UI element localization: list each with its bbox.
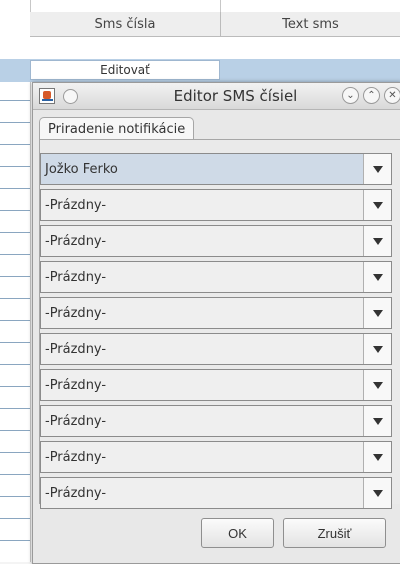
select-value: -Prázdny- bbox=[45, 449, 107, 465]
table-row[interactable] bbox=[0, 37, 400, 60]
select-value: Jožko Ferko bbox=[45, 161, 118, 177]
select-value: -Prázdny- bbox=[45, 485, 107, 501]
contact-select-5[interactable]: -Prázdny- bbox=[40, 297, 392, 329]
tab-notification-assignment[interactable]: Priradenie notifikácie bbox=[39, 117, 195, 141]
column-divider bbox=[30, 0, 31, 562]
tab-strip: Priradenie notifikácie bbox=[33, 110, 400, 141]
sms-editor-dialog: Editor SMS čísiel ⌄ ⌃ ✕ Priradenie notif… bbox=[32, 82, 400, 564]
select-value: -Prázdny- bbox=[45, 269, 107, 285]
chevron-down-icon[interactable] bbox=[363, 298, 391, 328]
cancel-button[interactable]: Zrušiť bbox=[283, 518, 386, 548]
window-controls: ⌄ ⌃ ✕ bbox=[342, 87, 400, 104]
select-value: -Prázdny- bbox=[45, 233, 107, 249]
maximize-icon[interactable]: ⌃ bbox=[363, 87, 380, 104]
java-icon bbox=[39, 88, 55, 104]
contact-select-8[interactable]: -Prázdny- bbox=[40, 405, 392, 437]
contact-select-7[interactable]: -Prázdny- bbox=[40, 369, 392, 401]
select-value: -Prázdny- bbox=[45, 305, 107, 321]
select-value: -Prázdny- bbox=[45, 341, 107, 357]
chevron-down-icon[interactable] bbox=[363, 190, 391, 220]
chevron-down-icon[interactable] bbox=[363, 442, 391, 472]
chevron-down-icon[interactable] bbox=[363, 406, 391, 436]
dialog-titlebar[interactable]: Editor SMS čísiel ⌄ ⌃ ✕ bbox=[33, 83, 400, 110]
chevron-down-icon[interactable] bbox=[363, 154, 391, 184]
chevron-down-icon[interactable] bbox=[363, 262, 391, 292]
close-icon[interactable]: ✕ bbox=[384, 87, 400, 104]
contact-select-1[interactable]: Jožko Ferko bbox=[40, 153, 392, 185]
select-value: -Prázdny- bbox=[45, 197, 107, 213]
contact-select-2[interactable]: -Prázdny- bbox=[40, 189, 392, 221]
edit-cell[interactable]: Editovať bbox=[30, 60, 220, 80]
contact-select-6[interactable]: -Prázdny- bbox=[40, 333, 392, 365]
row-markers bbox=[0, 82, 30, 552]
chevron-down-icon[interactable] bbox=[363, 370, 391, 400]
dialog-footer: OK Zrušiť bbox=[33, 503, 400, 563]
contact-select-3[interactable]: -Prázdny- bbox=[40, 225, 392, 257]
chevron-down-icon[interactable] bbox=[363, 334, 391, 364]
column-header-sms-numbers[interactable]: Sms čísla bbox=[30, 12, 221, 37]
select-value: -Prázdny- bbox=[45, 377, 107, 393]
contact-select-4[interactable]: -Prázdny- bbox=[40, 261, 392, 293]
select-value: -Prázdny- bbox=[45, 413, 107, 429]
contact-select-9[interactable]: -Prázdny- bbox=[40, 441, 392, 473]
chevron-down-icon[interactable] bbox=[363, 226, 391, 256]
minimize-icon[interactable]: ⌄ bbox=[342, 87, 359, 104]
ok-button[interactable]: OK bbox=[201, 518, 274, 548]
column-header-sms-text[interactable]: Text sms bbox=[221, 12, 400, 37]
